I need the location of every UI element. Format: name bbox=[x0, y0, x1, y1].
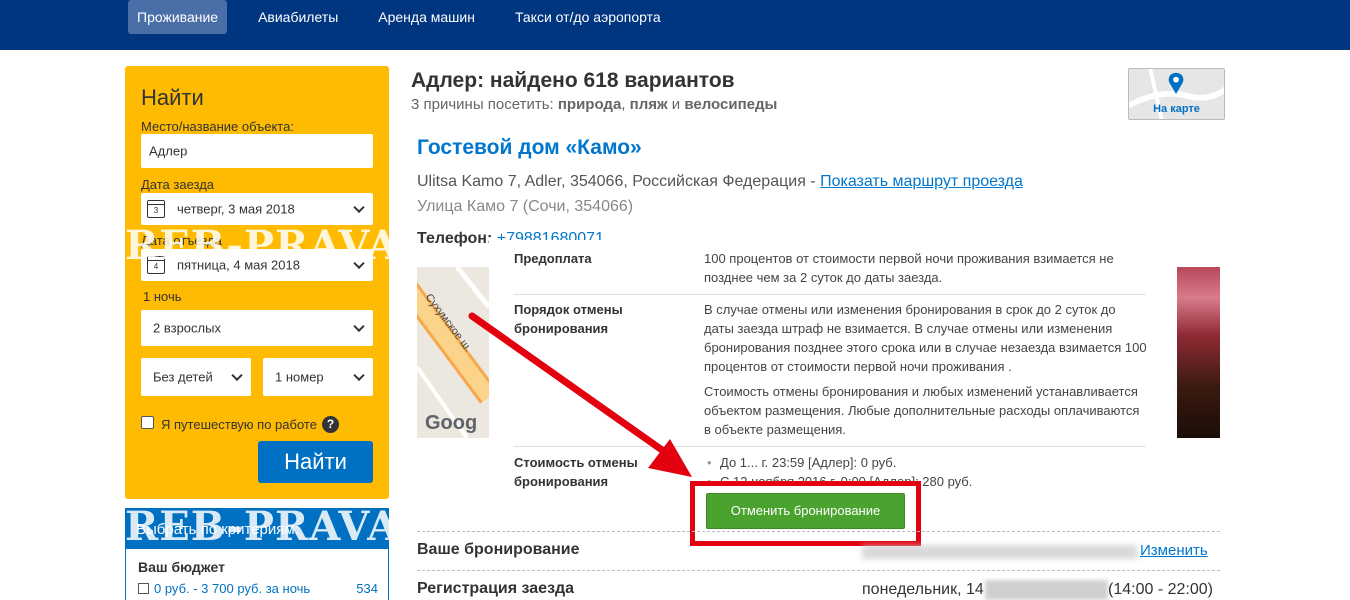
children-select[interactable]: Без детей bbox=[141, 358, 251, 396]
adults-select[interactable]: 2 взрослых bbox=[141, 310, 373, 346]
children-value: Без детей bbox=[153, 369, 213, 385]
divider bbox=[417, 531, 1220, 532]
map-button-label: На карте bbox=[1153, 103, 1200, 115]
checkin-registration-label: Регистрация заезда bbox=[417, 580, 575, 597]
search-submit-button[interactable]: Найти bbox=[258, 441, 373, 483]
filters-panel: Выбрать по критериям: Ваш бюджет 0 руб. … bbox=[125, 508, 389, 600]
chevron-down-icon bbox=[353, 257, 365, 270]
cancellation-row: Порядок отмены бронирования В случае отм… bbox=[514, 300, 1147, 447]
cancellation-cost-item: До 1... г. 23:59 [Адлер]: 0 руб. bbox=[704, 453, 1149, 472]
checkout-value: пятница, 4 мая 2018 bbox=[177, 257, 300, 273]
map-brand-label: Goog bbox=[425, 412, 477, 434]
chevron-down-icon bbox=[353, 369, 365, 382]
cancellation-label: Порядок отмены бронирования bbox=[514, 302, 623, 336]
adults-value: 2 взрослых bbox=[153, 320, 221, 336]
calendar-icon: 3 bbox=[147, 200, 165, 218]
checkin-registration-date: понедельник, 14 bbox=[862, 581, 984, 598]
tab-airport-taxi[interactable]: Такси от/до аэропорта bbox=[506, 0, 670, 34]
business-travel-label: Я путешествую по работе bbox=[161, 417, 317, 432]
budget-filter-option[interactable]: 0 руб. - 3 700 руб. за ночь 534 bbox=[138, 581, 378, 596]
budget-count: 534 bbox=[356, 581, 378, 596]
divider bbox=[417, 570, 1220, 571]
rooms-select[interactable]: 1 номер bbox=[263, 358, 373, 396]
business-travel-checkbox[interactable] bbox=[141, 416, 154, 429]
nights-count: 1 ночь bbox=[143, 289, 182, 304]
checkin-date-select[interactable]: 3 четверг, 3 мая 2018 bbox=[141, 193, 373, 225]
rooms-value: 1 номер bbox=[275, 369, 324, 385]
tab-flights[interactable]: Авиабилеты bbox=[249, 0, 347, 34]
prepayment-row: Предоплата 100 процентов от стоимости пе… bbox=[514, 249, 1146, 295]
change-booking-link[interactable]: Изменить bbox=[1140, 542, 1208, 559]
your-booking-label: Ваше бронирование bbox=[417, 541, 580, 558]
destination-label: Место/название объекта: bbox=[141, 119, 294, 134]
visit-reasons: 3 причины посетить: природа, пляж и вело… bbox=[411, 96, 778, 113]
reason-nature[interactable]: природа bbox=[558, 96, 621, 113]
checkout-date-select[interactable]: 4 пятница, 4 мая 2018 bbox=[141, 249, 373, 281]
cancel-booking-button[interactable]: Отменить бронирование bbox=[706, 493, 905, 529]
redacted-text bbox=[862, 545, 1137, 559]
budget-checkbox[interactable] bbox=[138, 583, 149, 594]
top-nav-bar: Проживание Авиабилеты Аренда машин Такси… bbox=[0, 0, 1350, 50]
map-image: Сухумское ш. Goog bbox=[417, 267, 489, 438]
reason-beach[interactable]: пляж bbox=[630, 96, 668, 113]
hotel-address-local: Улица Камо 7 (Сочи, 354066) bbox=[417, 198, 634, 215]
chevron-down-icon bbox=[353, 320, 365, 333]
search-panel: Найти Место/название объекта: Адлер Дата… bbox=[125, 66, 389, 499]
help-icon[interactable]: ? bbox=[322, 416, 339, 433]
checkin-registration-time: (14:00 - 22:00) bbox=[1108, 581, 1213, 598]
hotel-map-thumbnail[interactable]: Сухумское ш. Goog bbox=[417, 267, 489, 438]
tab-accommodation[interactable]: Проживание bbox=[128, 0, 228, 34]
budget-option-label: 0 руб. - 3 700 руб. за ночь bbox=[154, 581, 311, 596]
destination-value: Адлер bbox=[149, 143, 188, 159]
filters-header: Выбрать по критериям: bbox=[126, 509, 388, 549]
hotel-name-link[interactable]: Гостевой дом «Камо» bbox=[417, 136, 642, 160]
hotel-photo-thumbnail[interactable] bbox=[1177, 267, 1220, 438]
search-title: Найти bbox=[141, 85, 204, 110]
prepayment-label: Предоплата bbox=[514, 251, 592, 266]
calendar-icon: 4 bbox=[147, 256, 165, 274]
prepayment-text: 100 процентов от стоимости первой ночи п… bbox=[704, 251, 1114, 285]
cancellation-cost-label: Стоимость отмены бронирования bbox=[514, 455, 638, 489]
chevron-down-icon bbox=[353, 201, 365, 214]
results-title: Адлер: найдено 618 вариантов bbox=[411, 69, 735, 92]
redacted-text bbox=[985, 580, 1108, 600]
tab-car-rental[interactable]: Аренда машин bbox=[369, 0, 484, 34]
cancellation-text: В случае отмены или изменения бронирован… bbox=[704, 302, 1147, 437]
hotel-address: Ulitsa Kamo 7, Adler, 354066, Российская… bbox=[417, 173, 1023, 190]
destination-input[interactable]: Адлер bbox=[141, 134, 373, 168]
checkout-label: Дата отъезда bbox=[141, 233, 222, 248]
checkin-value: четверг, 3 мая 2018 bbox=[177, 201, 295, 217]
checkin-label: Дата заезда bbox=[141, 177, 215, 192]
budget-title: Ваш бюджет bbox=[138, 559, 225, 575]
policy-popup: Предоплата 100 процентов от стоимости пе… bbox=[489, 240, 1177, 495]
chevron-down-icon bbox=[231, 369, 243, 382]
cancel-button-highlight: Отменить бронирование bbox=[690, 481, 921, 546]
show-route-link[interactable]: Показать маршрут проезда bbox=[820, 173, 1023, 190]
reason-bikes[interactable]: велосипеды bbox=[684, 96, 777, 113]
top-nav: Проживание Авиабилеты Аренда машин Такси… bbox=[128, 0, 692, 34]
show-on-map-button[interactable]: На карте bbox=[1128, 68, 1225, 120]
